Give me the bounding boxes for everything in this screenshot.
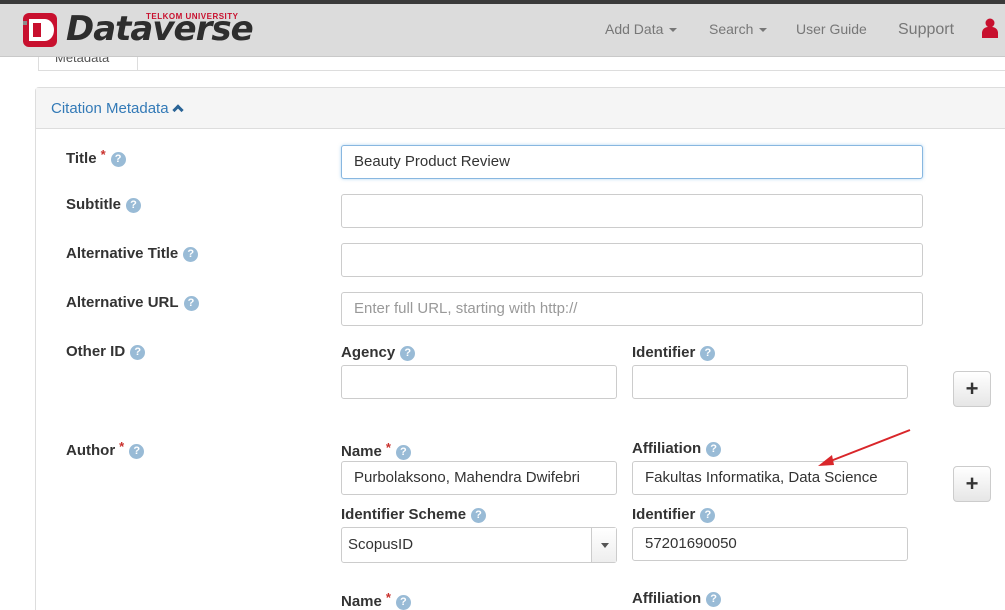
other-id-identifier-label-text: Identifier: [632, 344, 696, 361]
help-icon[interactable]: ?: [110, 152, 126, 167]
help-icon[interactable]: ?: [395, 445, 411, 460]
author-identifier-label: Identifier?: [632, 506, 716, 523]
nav-support[interactable]: Support: [898, 21, 954, 39]
chevron-up-icon: [171, 104, 184, 116]
help-icon[interactable]: ?: [471, 508, 487, 523]
nav-user-guide[interactable]: User Guide: [796, 21, 867, 37]
nav-search[interactable]: Search: [709, 21, 768, 37]
alt-title-label-text: Alternative Title: [66, 245, 179, 262]
nav-search-label: Search: [709, 21, 754, 37]
tab-divider: [138, 70, 1005, 71]
help-icon[interactable]: ?: [400, 346, 416, 361]
required-marker: *: [385, 440, 391, 455]
author-label: Author *?: [66, 439, 145, 459]
help-icon[interactable]: ?: [129, 444, 145, 459]
other-id-label: Other ID?: [66, 343, 146, 360]
required-marker: *: [119, 439, 125, 454]
brand-subtitle: TELKOM UNIVERSITY: [146, 12, 239, 21]
subtitle-label: Subtitle?: [66, 196, 141, 213]
user-icon[interactable]: [982, 18, 998, 38]
identifier-scheme-label: Identifier Scheme?: [341, 506, 487, 523]
caret-down-icon: [759, 28, 768, 33]
nav-add-data-label: Add Data: [605, 21, 664, 37]
annotation-arrow-icon: [818, 429, 911, 466]
citation-panel-title[interactable]: Citation Metadata: [51, 100, 184, 117]
author-affiliation-label-2: Affiliation?: [632, 590, 722, 607]
required-marker: *: [100, 147, 106, 162]
author-affiliation-label: Affiliation?: [632, 440, 722, 457]
nav-add-data[interactable]: Add Data: [605, 21, 678, 37]
other-id-label-text: Other ID: [66, 343, 126, 360]
author-affiliation-label-text: Affiliation: [632, 590, 702, 607]
author-name-label: Name *?: [341, 440, 411, 460]
subtitle-label-text: Subtitle: [66, 196, 121, 213]
author-affiliation-label-text: Affiliation: [632, 440, 702, 457]
author-name-label-2: Name *?: [341, 590, 411, 610]
alt-url-label: Alternative URL?: [66, 294, 199, 311]
title-input[interactable]: Beauty Product Review: [341, 145, 923, 179]
navbar: Dataverse TELKOM UNIVERSITY Add Data Sea…: [0, 4, 1005, 57]
title-label: Title *?: [66, 147, 126, 167]
author-name-input[interactable]: Purbolaksono, Mahendra Dwifebri: [341, 461, 617, 495]
help-icon[interactable]: ?: [126, 198, 141, 213]
alt-title-label: Alternative Title?: [66, 245, 199, 262]
help-icon[interactable]: ?: [183, 296, 199, 311]
required-marker: *: [385, 590, 391, 605]
citation-title-text: Citation Metadata: [51, 100, 169, 117]
author-identifier-input[interactable]: 57201690050: [632, 527, 908, 561]
alt-url-label-text: Alternative URL: [66, 294, 179, 311]
identifier-scheme-label-text: Identifier Scheme: [341, 506, 467, 523]
alt-title-input[interactable]: [341, 243, 923, 277]
chevron-down-icon[interactable]: [591, 528, 616, 562]
add-other-id-button[interactable]: +: [953, 371, 991, 407]
help-icon[interactable]: ?: [395, 595, 411, 610]
help-icon[interactable]: ?: [700, 508, 716, 523]
help-icon[interactable]: ?: [183, 247, 199, 262]
add-author-button[interactable]: +: [953, 466, 991, 502]
alt-url-input[interactable]: Enter full URL, starting with http://: [341, 292, 923, 326]
caret-down-icon: [669, 28, 678, 33]
agency-label: Agency?: [341, 344, 416, 361]
agency-input[interactable]: [341, 365, 617, 399]
title-label-text: Title: [66, 150, 97, 167]
author-label-text: Author: [66, 442, 116, 459]
help-icon[interactable]: ?: [700, 346, 716, 361]
subtitle-input[interactable]: [341, 194, 923, 228]
author-identifier-label-text: Identifier: [632, 506, 696, 523]
tab-metadata-label: Metadata: [55, 57, 110, 65]
other-id-identifier-input[interactable]: [632, 365, 908, 399]
author-name-label-text: Name: [341, 593, 382, 610]
help-icon[interactable]: ?: [706, 592, 722, 607]
identifier-scheme-value: ScopusID: [348, 536, 414, 553]
other-id-identifier-label: Identifier?: [632, 344, 716, 361]
tab-metadata[interactable]: Metadata: [38, 57, 138, 71]
agency-label-text: Agency: [341, 344, 396, 361]
author-name-label-text: Name: [341, 443, 382, 460]
help-icon[interactable]: ?: [706, 442, 722, 457]
dataverse-logo-icon[interactable]: [23, 11, 61, 49]
identifier-scheme-select[interactable]: ScopusID: [341, 527, 617, 563]
help-icon[interactable]: ?: [130, 345, 146, 360]
citation-panel-header[interactable]: Citation Metadata: [36, 88, 1005, 129]
